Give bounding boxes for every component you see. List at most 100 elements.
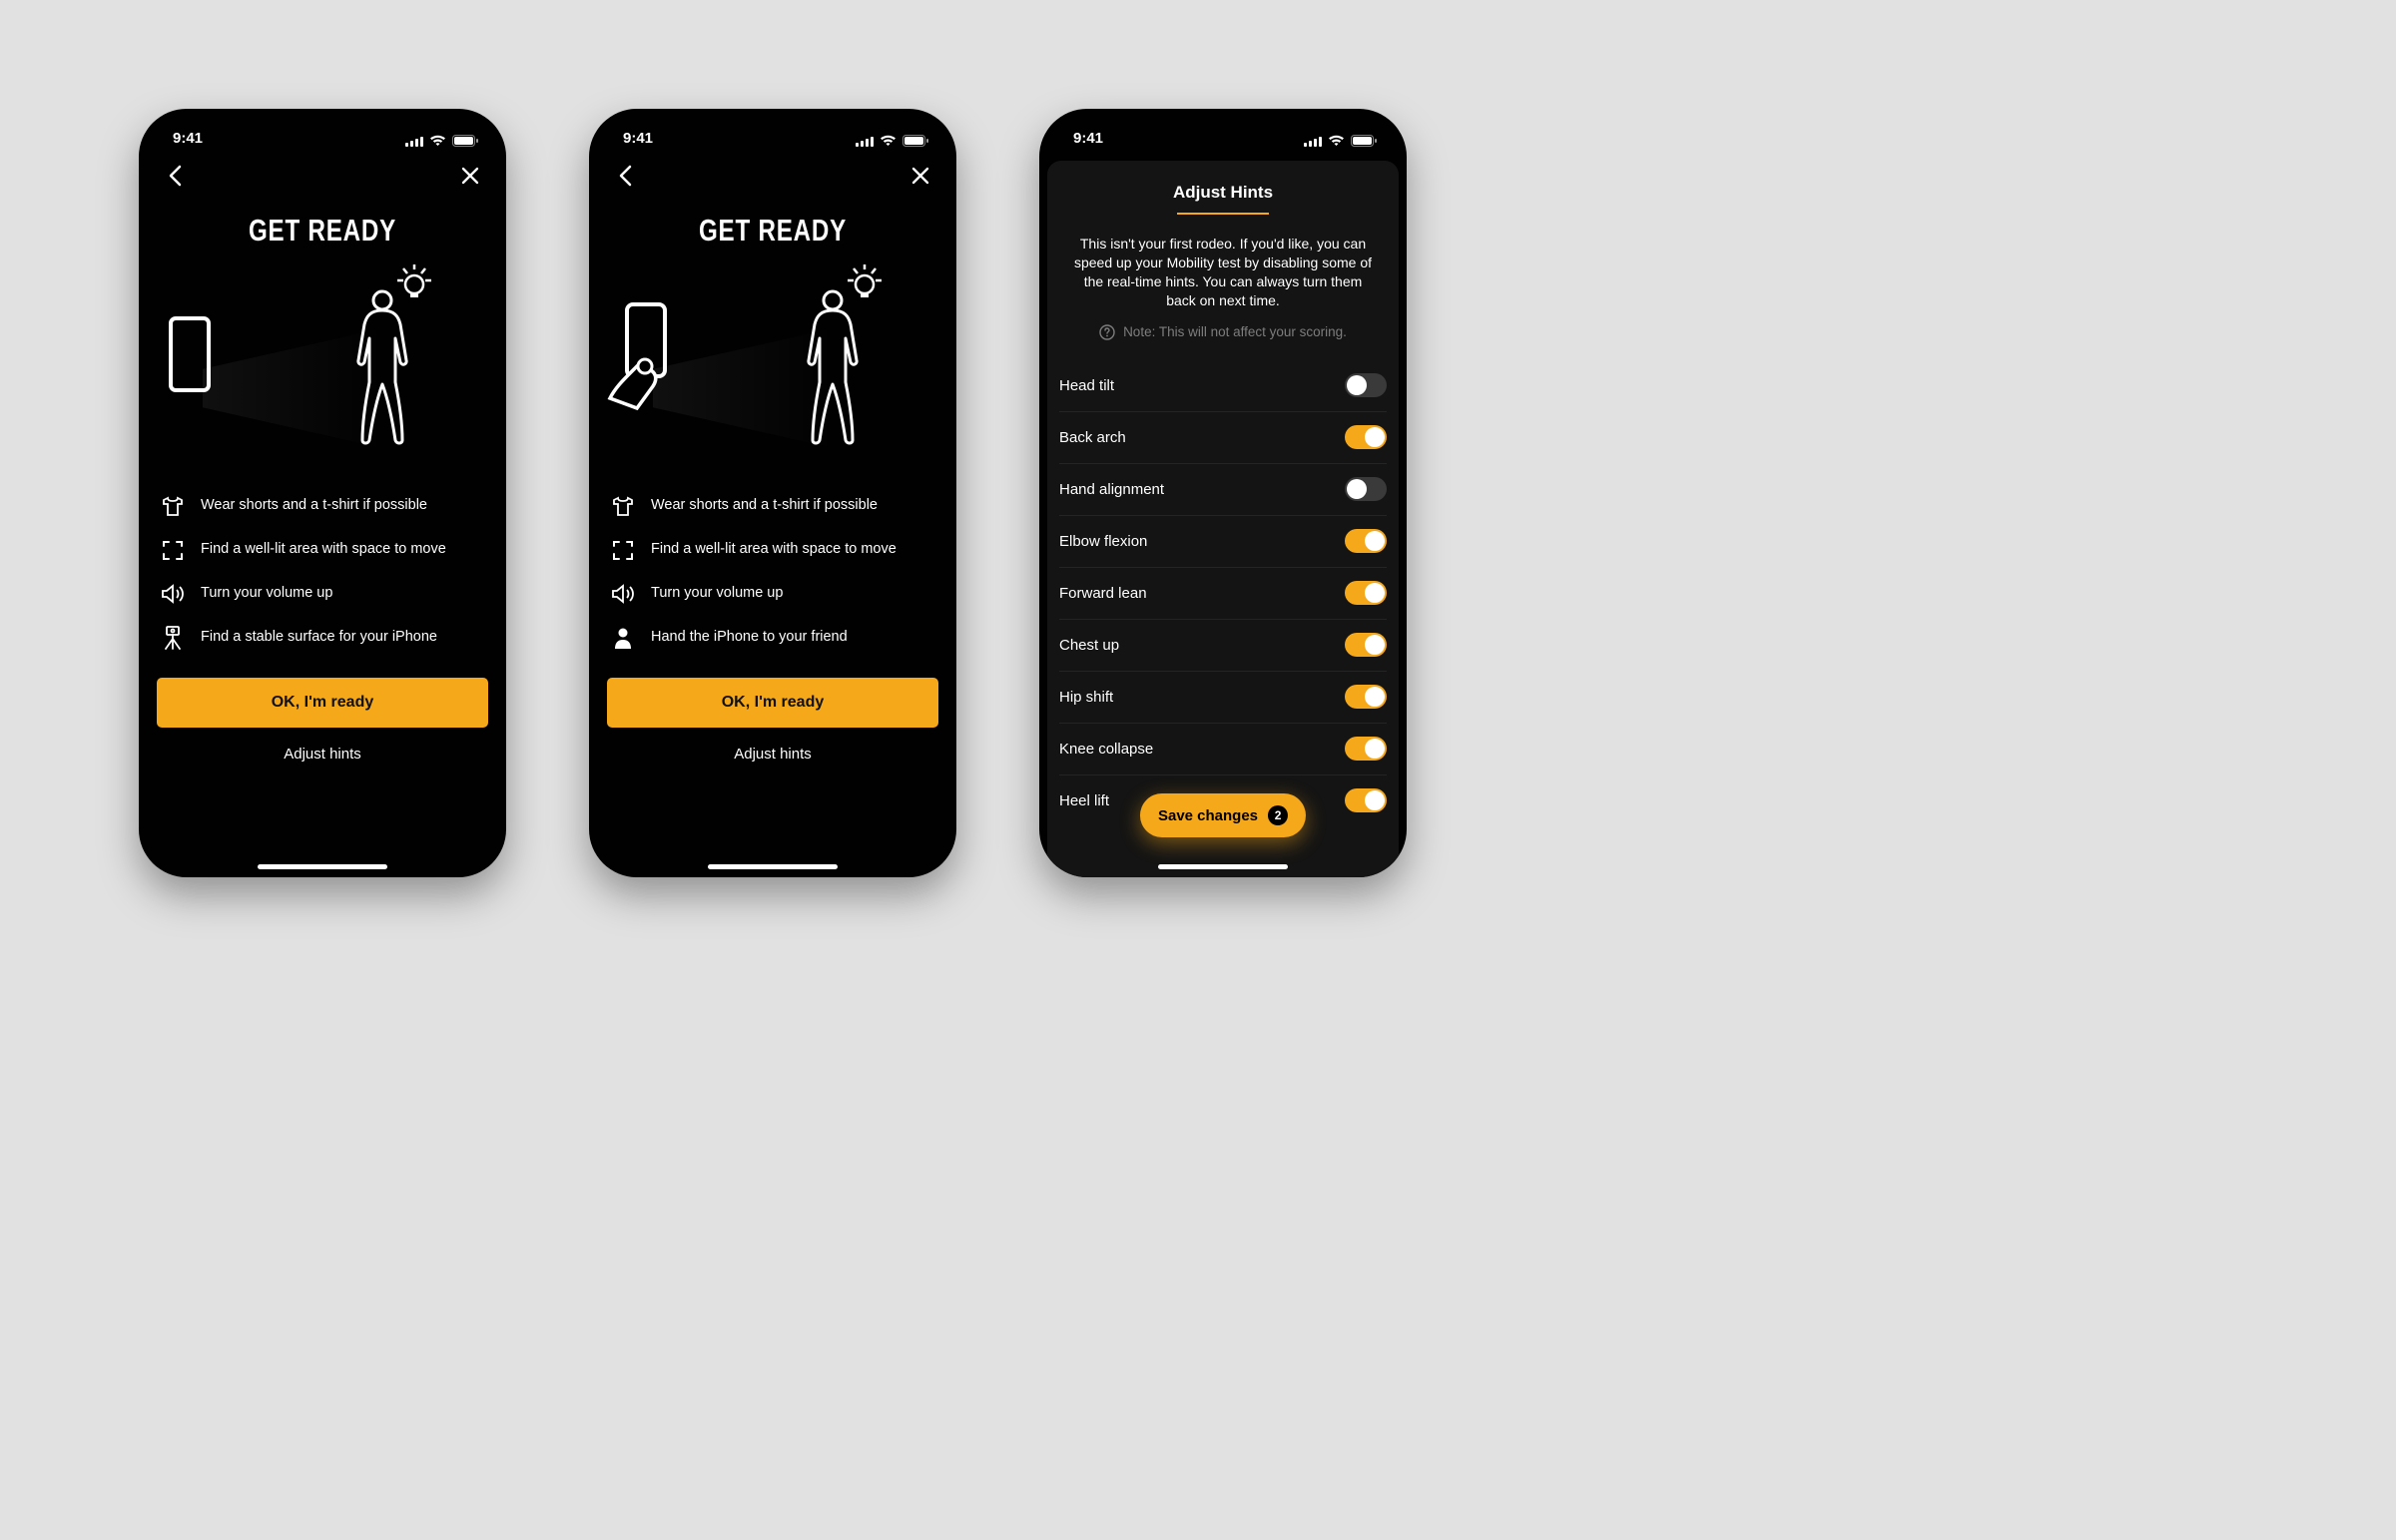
toggle-row-knee-collapse: Knee collapse bbox=[1059, 724, 1387, 775]
chevron-left-icon bbox=[168, 165, 182, 187]
toggle-label: Knee collapse bbox=[1059, 741, 1153, 758]
tip-label: Find a well-lit area with space to move bbox=[201, 541, 446, 558]
adjust-hints-button[interactable]: Adjust hints bbox=[157, 746, 488, 763]
help-icon bbox=[1099, 324, 1115, 340]
page-title: GET READY bbox=[644, 213, 902, 249]
battery-icon bbox=[902, 135, 928, 147]
tips-list: Wear shorts and a t-shirt if possible Fi… bbox=[607, 494, 938, 650]
toggle-row-forward-lean: Forward lean bbox=[1059, 568, 1387, 620]
battery-icon bbox=[1351, 135, 1377, 147]
hints-note-label: Note: This will not affect your scoring. bbox=[1123, 324, 1347, 339]
setup-diagram bbox=[157, 258, 488, 458]
light-bulb-icon bbox=[397, 264, 431, 297]
toggle-switch[interactable] bbox=[1345, 633, 1387, 657]
toggle-row-head-tilt: Head tilt bbox=[1059, 360, 1387, 412]
cellular-icon bbox=[405, 136, 423, 147]
close-button[interactable] bbox=[456, 162, 484, 190]
tip-label: Turn your volume up bbox=[651, 585, 783, 602]
tshirt-icon bbox=[161, 494, 185, 518]
phone-adjust-hints: 9:41 Adjust Hints This isn't your first … bbox=[1039, 109, 1407, 877]
ok-ready-button[interactable]: OK, I'm ready bbox=[607, 678, 938, 728]
sheet-title: Adjust Hints bbox=[1173, 183, 1273, 213]
toggle-switch[interactable] bbox=[1345, 529, 1387, 553]
adjust-hints-label: Adjust hints bbox=[734, 746, 812, 763]
status-icons bbox=[856, 135, 928, 147]
toggle-row-chest-up: Chest up bbox=[1059, 620, 1387, 672]
back-button[interactable] bbox=[161, 162, 189, 190]
focus-icon bbox=[161, 538, 185, 562]
tripod-icon bbox=[161, 626, 185, 650]
tips-list: Wear shorts and a t-shirt if possible Fi… bbox=[157, 494, 488, 650]
volume-icon bbox=[611, 582, 635, 606]
status-time: 9:41 bbox=[1073, 130, 1103, 147]
toggle-switch[interactable] bbox=[1345, 373, 1387, 397]
focus-icon bbox=[611, 538, 635, 562]
tshirt-icon bbox=[611, 494, 635, 518]
toggle-label: Head tilt bbox=[1059, 377, 1114, 394]
toggle-label: Heel lift bbox=[1059, 792, 1109, 809]
tip-label: Hand the iPhone to your friend bbox=[651, 629, 848, 646]
toggle-list: Head tilt Back arch Hand alignment Elbow… bbox=[1059, 360, 1387, 826]
setup-diagram bbox=[607, 258, 938, 458]
top-nav bbox=[607, 149, 938, 203]
phone-outline-icon bbox=[171, 318, 209, 390]
tip-row: Find a well-lit area with space to move bbox=[611, 538, 934, 562]
light-bulb-icon bbox=[848, 264, 882, 297]
toggle-label: Hip shift bbox=[1059, 689, 1113, 706]
ok-ready-label: OK, I'm ready bbox=[272, 694, 374, 712]
close-button[interactable] bbox=[906, 162, 934, 190]
volume-icon bbox=[161, 582, 185, 606]
toggle-row-hip-shift: Hip shift bbox=[1059, 672, 1387, 724]
toggle-switch[interactable] bbox=[1345, 685, 1387, 709]
status-time: 9:41 bbox=[173, 130, 203, 147]
toggle-label: Elbow flexion bbox=[1059, 533, 1147, 550]
wifi-icon bbox=[429, 135, 446, 147]
status-bar: 9:41 bbox=[607, 109, 938, 149]
tip-row: Wear shorts and a t-shirt if possible bbox=[611, 494, 934, 518]
tip-label: Find a well-lit area with space to move bbox=[651, 541, 897, 558]
save-changes-label: Save changes bbox=[1158, 807, 1258, 824]
body-outline-icon bbox=[809, 291, 857, 443]
toggle-switch[interactable] bbox=[1345, 425, 1387, 449]
tip-row: Turn your volume up bbox=[611, 582, 934, 606]
page-title: GET READY bbox=[194, 213, 452, 249]
ok-ready-button[interactable]: OK, I'm ready bbox=[157, 678, 488, 728]
body-outline-icon bbox=[358, 291, 406, 443]
hints-intro-text: This isn't your first rodeo. If you'd li… bbox=[1073, 235, 1373, 310]
top-nav bbox=[157, 149, 488, 203]
tip-row: Turn your volume up bbox=[161, 582, 484, 606]
phone-get-ready-self: 9:41 GET READY bbox=[139, 109, 506, 877]
toggle-switch[interactable] bbox=[1345, 737, 1387, 761]
wifi-icon bbox=[1328, 135, 1345, 147]
status-bar: 9:41 bbox=[1059, 109, 1387, 149]
save-changes-count: 2 bbox=[1268, 805, 1288, 825]
adjust-hints-button[interactable]: Adjust hints bbox=[607, 746, 938, 763]
tip-row: Find a stable surface for your iPhone bbox=[161, 626, 484, 650]
ok-ready-label: OK, I'm ready bbox=[722, 694, 825, 712]
toggle-row-hand-alignment: Hand alignment bbox=[1059, 464, 1387, 516]
adjust-hints-label: Adjust hints bbox=[284, 746, 361, 763]
toggle-label: Forward lean bbox=[1059, 585, 1147, 602]
toggle-switch[interactable] bbox=[1345, 581, 1387, 605]
back-button[interactable] bbox=[611, 162, 639, 190]
chevron-left-icon bbox=[618, 165, 632, 187]
toggle-label: Chest up bbox=[1059, 637, 1119, 654]
cellular-icon bbox=[1304, 136, 1322, 147]
phone-hand-icon bbox=[610, 304, 665, 408]
toggle-row-back-arch: Back arch bbox=[1059, 412, 1387, 464]
toggle-switch[interactable] bbox=[1345, 788, 1387, 812]
status-bar: 9:41 bbox=[157, 109, 488, 149]
toggle-label: Hand alignment bbox=[1059, 481, 1164, 498]
tip-row: Hand the iPhone to your friend bbox=[611, 626, 934, 650]
close-icon bbox=[911, 167, 929, 185]
tip-label: Find a stable surface for your iPhone bbox=[201, 629, 437, 646]
tip-label: Wear shorts and a t-shirt if possible bbox=[201, 497, 427, 514]
save-changes-button[interactable]: Save changes 2 bbox=[1140, 793, 1306, 837]
tip-label: Wear shorts and a t-shirt if possible bbox=[651, 497, 878, 514]
toggle-switch[interactable] bbox=[1345, 477, 1387, 501]
toggle-row-elbow-flexion: Elbow flexion bbox=[1059, 516, 1387, 568]
toggle-label: Back arch bbox=[1059, 429, 1126, 446]
tip-row: Wear shorts and a t-shirt if possible bbox=[161, 494, 484, 518]
close-icon bbox=[461, 167, 479, 185]
home-indicator bbox=[258, 864, 387, 869]
